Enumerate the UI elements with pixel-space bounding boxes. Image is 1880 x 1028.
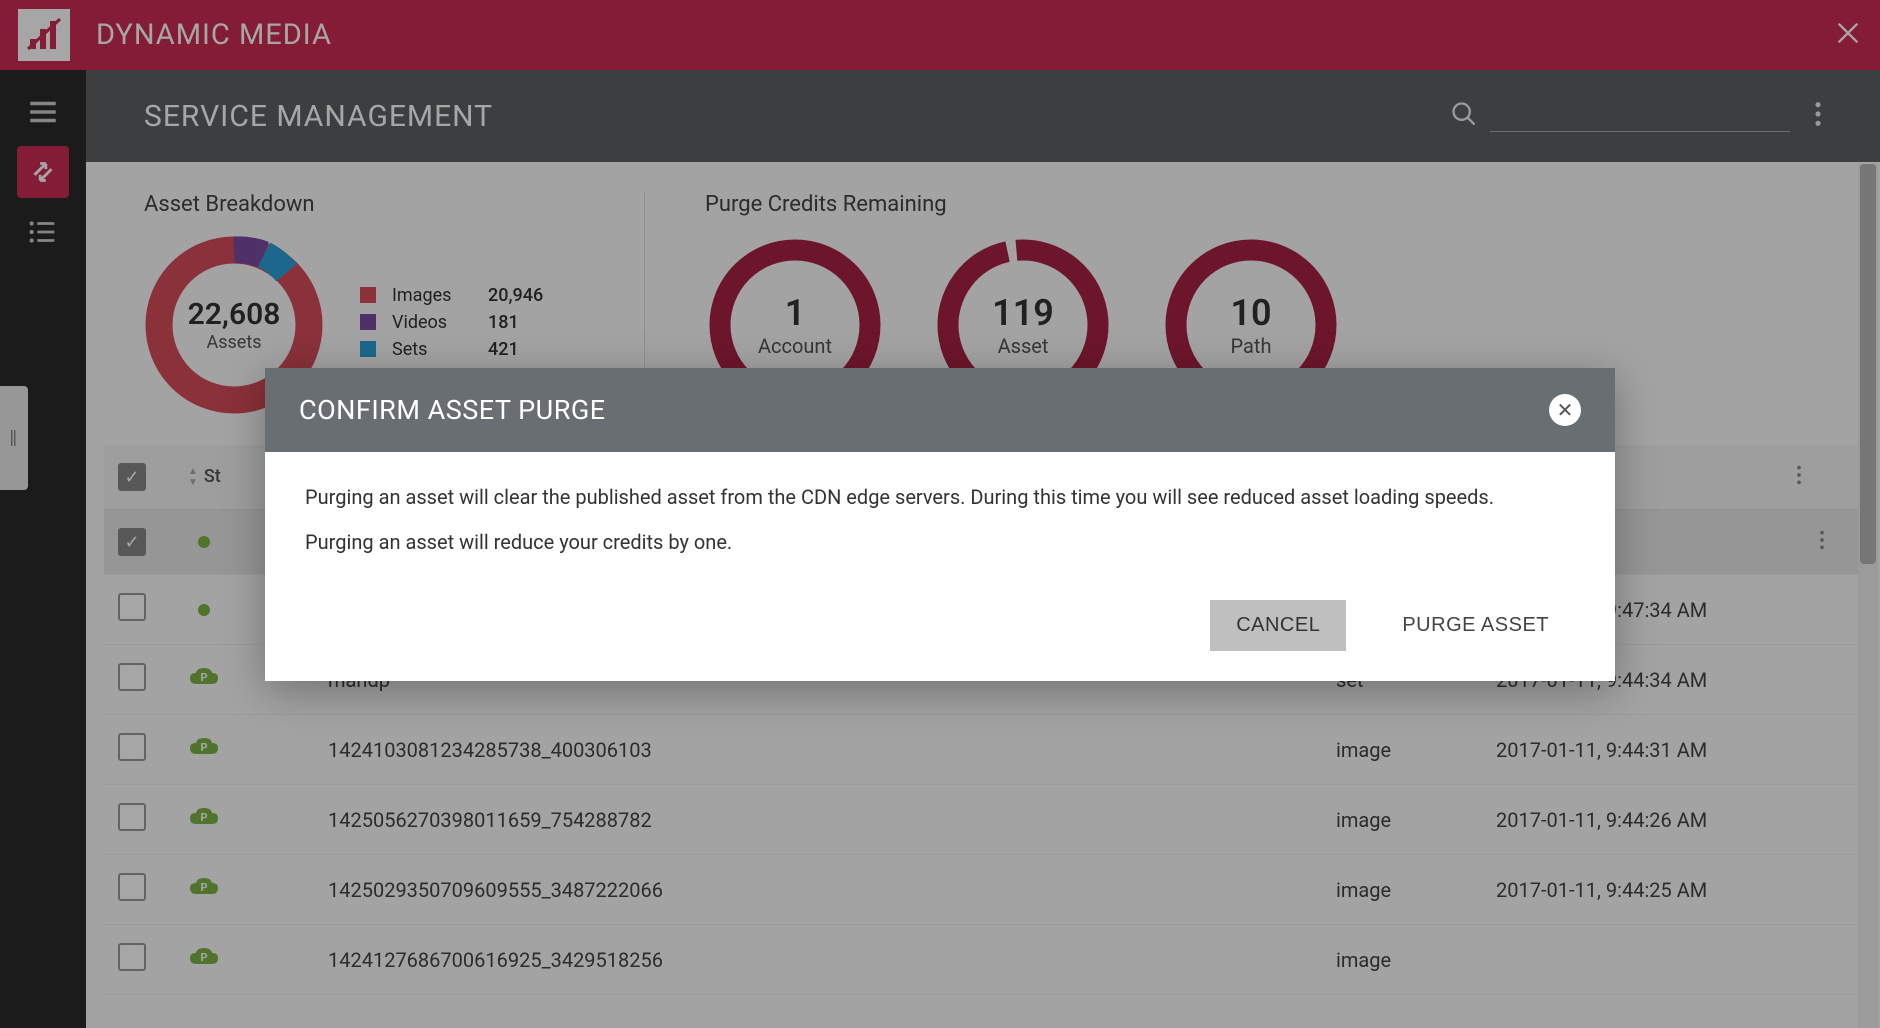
- modal-close-button[interactable]: ✕: [1549, 394, 1581, 426]
- modal-text-1: Purging an asset will clear the publishe…: [305, 484, 1575, 511]
- modal-text-2: Purging an asset will reduce your credit…: [305, 529, 1575, 556]
- confirm-purge-modal: CONFIRM ASSET PURGE ✕ Purging an asset w…: [265, 368, 1615, 681]
- purge-asset-button[interactable]: PURGE ASSET: [1376, 600, 1575, 651]
- cancel-button[interactable]: CANCEL: [1210, 600, 1346, 651]
- modal-title: CONFIRM ASSET PURGE: [299, 394, 606, 426]
- modal-body: Purging an asset will clear the publishe…: [265, 452, 1615, 582]
- modal-overlay[interactable]: CONFIRM ASSET PURGE ✕ Purging an asset w…: [0, 0, 1880, 1028]
- modal-header: CONFIRM ASSET PURGE ✕: [265, 368, 1615, 452]
- close-icon: ✕: [1549, 394, 1581, 426]
